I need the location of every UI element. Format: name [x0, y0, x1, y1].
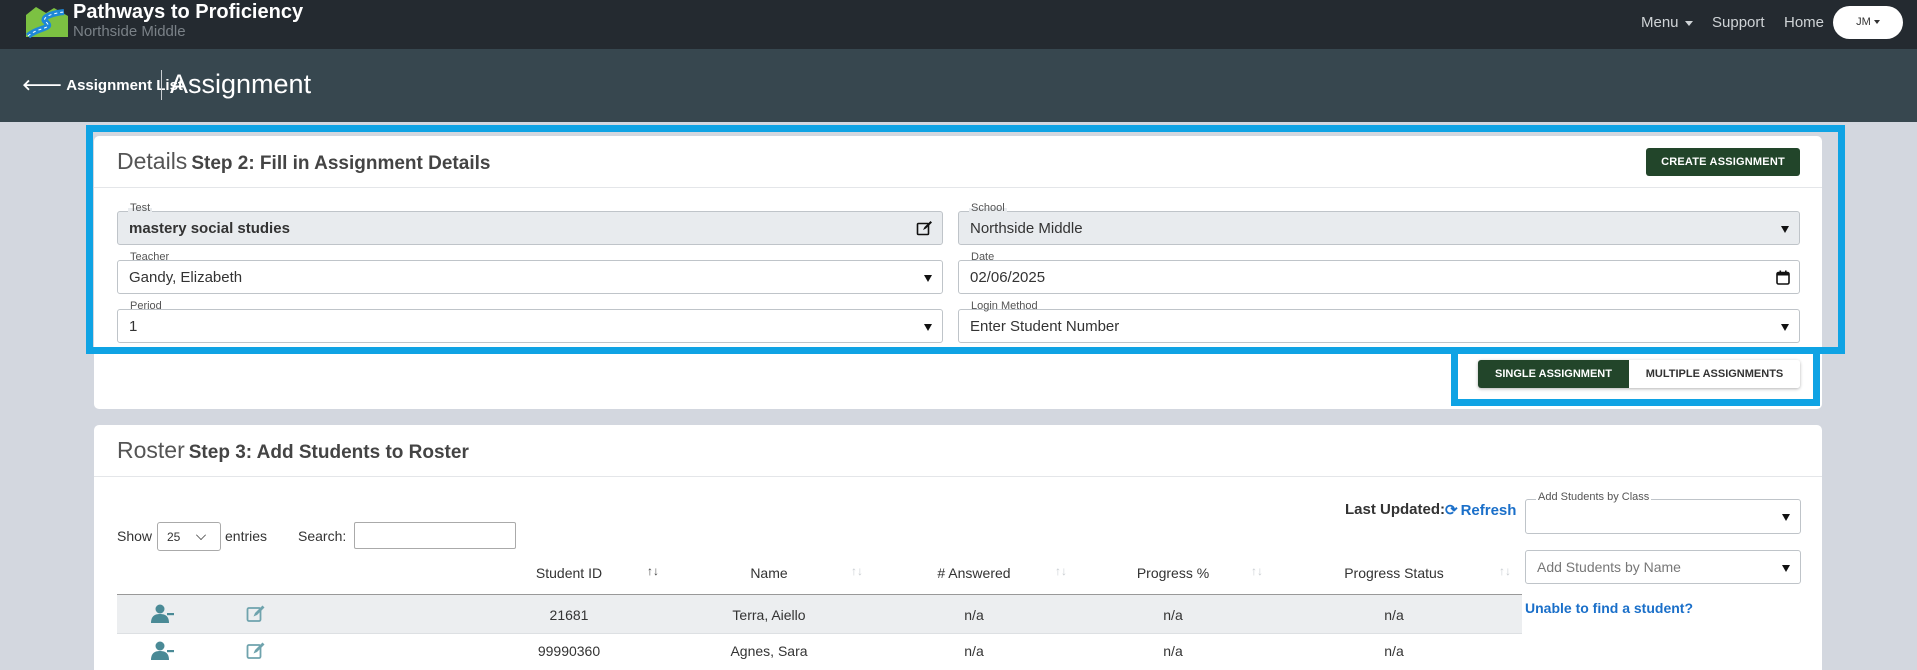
- show-label: Show: [117, 528, 153, 544]
- answered-cell: n/a: [964, 607, 984, 623]
- add-students-by-class-select[interactable]: Add Students by Class: [1525, 491, 1801, 534]
- support-link[interactable]: Support: [1712, 14, 1765, 31]
- highlight-box: [86, 125, 1845, 354]
- answered-cell: n/a: [964, 643, 984, 659]
- roster-step: Step 3: Add Students to Roster: [188, 442, 469, 463]
- road-landscape-logo[interactable]: [24, 5, 70, 39]
- refresh-link[interactable]: ⟳ Refresh: [1445, 501, 1516, 519]
- search-input[interactable]: [354, 522, 516, 549]
- sort-icon[interactable]: ↑↓: [1055, 564, 1067, 578]
- progress-pct-cell: n/a: [1163, 643, 1183, 659]
- refresh-label: Refresh: [1460, 502, 1517, 519]
- roster-header: Roster Step 3: Add Students to Roster: [94, 425, 1822, 477]
- unable-to-find-student-link[interactable]: Unable to find a student?: [1525, 600, 1693, 616]
- student-id-cell: 99990360: [537, 643, 601, 659]
- menu-dropdown[interactable]: Menu: [1641, 14, 1693, 31]
- menu-label: Menu: [1641, 14, 1679, 31]
- column-header-progress-pct[interactable]: Progress %: [1110, 565, 1236, 581]
- chevron-down-icon: [196, 530, 206, 540]
- name-cell: Agnes, Sara: [730, 643, 808, 659]
- add-students-by-name-select[interactable]: Add Students by Name: [1525, 550, 1801, 584]
- top-navbar: Pathways to Proficiency Northside Middle…: [0, 0, 1917, 49]
- sort-icon[interactable]: ↑↓: [851, 564, 863, 578]
- column-header-answered[interactable]: # Answered: [911, 565, 1037, 581]
- sort-ascending-icon[interactable]: ↑↓: [647, 564, 659, 578]
- entries-value: 25: [167, 530, 181, 544]
- progress-pct-cell: n/a: [1163, 607, 1183, 623]
- edit-student-icon[interactable]: [246, 604, 266, 624]
- page-header: 🡐 Assignment List Assignment: [0, 49, 1917, 122]
- page-title: Assignment: [170, 69, 312, 99]
- column-header-name[interactable]: Name: [714, 565, 824, 581]
- dropdown-arrow-icon: [1782, 514, 1790, 521]
- caret-down-icon: [1684, 20, 1693, 26]
- refresh-icon: ⟳: [1445, 502, 1458, 519]
- back-to-assignment-list-link[interactable]: 🡐 Assignment List: [22, 75, 183, 94]
- add-by-name-placeholder: Add Students by Name: [1537, 559, 1681, 575]
- roster-card: Roster Step 3: Add Students to Roster Las…: [94, 425, 1822, 670]
- column-header-student-id[interactable]: Student ID: [514, 565, 624, 581]
- roster-heading: Roster: [117, 437, 185, 463]
- arrow-left-icon: 🡐: [22, 77, 63, 94]
- highlight-box: [1451, 351, 1820, 406]
- column-header-progress-status[interactable]: Progress Status: [1314, 565, 1474, 581]
- remove-student-icon[interactable]: [151, 604, 175, 624]
- progress-status-cell: n/a: [1384, 607, 1404, 623]
- student-id-cell: 21681: [549, 607, 589, 623]
- dropdown-arrow-icon: [1782, 565, 1790, 572]
- back-label: Assignment List: [66, 77, 183, 94]
- user-menu-button[interactable]: JM: [1833, 6, 1903, 39]
- entries-per-page-select[interactable]: 25: [157, 522, 221, 551]
- school-subtitle: Northside Middle: [73, 23, 186, 40]
- app-title: Pathways to Proficiency: [73, 1, 304, 23]
- remove-student-icon[interactable]: [151, 641, 175, 661]
- divider: [161, 70, 162, 100]
- progress-status-cell: n/a: [1384, 643, 1404, 659]
- sort-icon[interactable]: ↑↓: [1499, 564, 1511, 578]
- add-by-class-label: Add Students by Class: [1536, 491, 1652, 503]
- edit-student-icon[interactable]: [246, 641, 266, 661]
- caret-down-icon: [1873, 20, 1880, 25]
- user-initials: JM: [1856, 16, 1871, 28]
- sort-icon[interactable]: ↑↓: [1251, 564, 1263, 578]
- last-updated-label: Last Updated:: [1345, 501, 1446, 518]
- search-label: Search:: [298, 528, 347, 544]
- home-link[interactable]: Home: [1784, 14, 1824, 31]
- name-cell: Terra, Aiello: [732, 607, 806, 623]
- entries-label: entries: [225, 528, 268, 544]
